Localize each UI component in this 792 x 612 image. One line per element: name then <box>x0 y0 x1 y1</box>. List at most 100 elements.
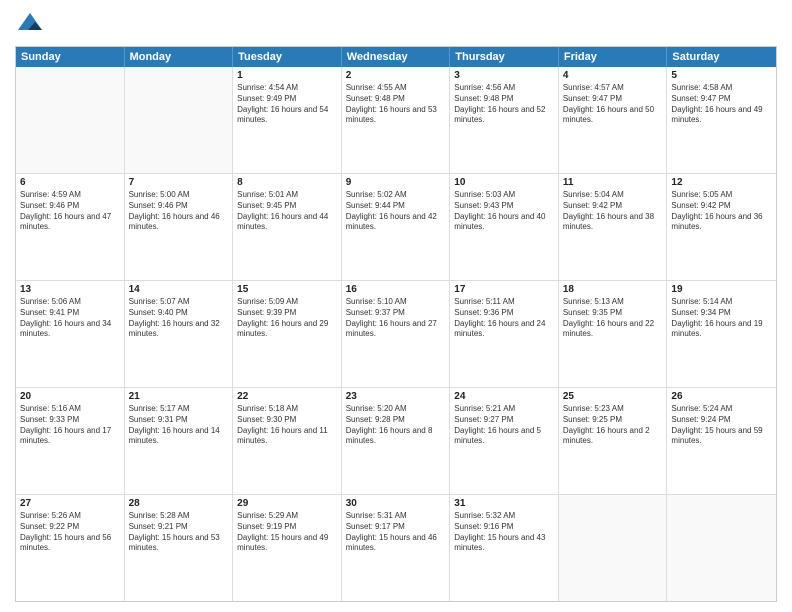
calendar-cell: 7 Sunrise: 5:00 AM Sunset: 9:46 PM Daylig… <box>125 174 234 280</box>
weekday-header: Saturday <box>667 47 776 67</box>
calendar-cell: 18 Sunrise: 5:13 AM Sunset: 9:35 PM Dayli… <box>559 281 668 387</box>
calendar-row: 13 Sunrise: 5:06 AM Sunset: 9:41 PM Dayli… <box>16 281 776 388</box>
cell-info: Sunrise: 5:06 AM Sunset: 9:41 PM Dayligh… <box>20 297 120 340</box>
weekday-header: Tuesday <box>233 47 342 67</box>
cell-info: Sunrise: 5:28 AM Sunset: 9:21 PM Dayligh… <box>129 511 229 554</box>
header <box>15 10 777 40</box>
weekday-header: Sunday <box>16 47 125 67</box>
day-number: 17 <box>454 284 554 295</box>
calendar-cell: 11 Sunrise: 5:04 AM Sunset: 9:42 PM Dayli… <box>559 174 668 280</box>
cell-info: Sunrise: 5:01 AM Sunset: 9:45 PM Dayligh… <box>237 190 337 233</box>
calendar-cell: 23Sunrise: 5:20 AM Sunset: 9:28 PM Dayli… <box>342 388 451 494</box>
cell-info: Sunrise: 5:24 AM Sunset: 9:24 PM Dayligh… <box>671 404 772 447</box>
cell-info: Sunrise: 5:20 AM Sunset: 9:28 PM Dayligh… <box>346 404 446 447</box>
day-number: 16 <box>346 284 446 295</box>
cell-info: Sunrise: 5:13 AM Sunset: 9:35 PM Dayligh… <box>563 297 663 340</box>
cell-info: Sunrise: 5:21 AM Sunset: 9:27 PM Dayligh… <box>454 404 554 447</box>
calendar-cell: 3 Sunrise: 4:56 AM Sunset: 9:48 PM Daylig… <box>450 67 559 173</box>
calendar-row: 27Sunrise: 5:26 AM Sunset: 9:22 PM Dayli… <box>16 495 776 601</box>
cell-info: Sunrise: 5:18 AM Sunset: 9:30 PM Dayligh… <box>237 404 337 447</box>
calendar-cell: 16 Sunrise: 5:10 AM Sunset: 9:37 PM Dayli… <box>342 281 451 387</box>
calendar-cell: 2Sunrise: 4:55 AM Sunset: 9:48 PM Daylig… <box>342 67 451 173</box>
calendar-cell: 24 Sunrise: 5:21 AM Sunset: 9:27 PM Dayli… <box>450 388 559 494</box>
calendar-cell: 9 Sunrise: 5:02 AM Sunset: 9:44 PM Daylig… <box>342 174 451 280</box>
day-number: 6 <box>20 177 120 188</box>
weekday-header: Thursday <box>450 47 559 67</box>
day-number: 11 <box>563 177 663 188</box>
calendar-cell: 31 Sunrise: 5:32 AM Sunset: 9:16 PM Dayli… <box>450 495 559 601</box>
calendar-cell: 20 Sunrise: 5:16 AM Sunset: 9:33 PM Dayli… <box>16 388 125 494</box>
calendar-row: 1Sunrise: 4:54 AM Sunset: 9:49 PM Daylig… <box>16 67 776 174</box>
cell-info: Sunrise: 5:05 AM Sunset: 9:42 PM Dayligh… <box>671 190 772 233</box>
cell-info: Sunrise: 4:54 AM Sunset: 9:49 PM Dayligh… <box>237 83 337 126</box>
day-number: 9 <box>346 177 446 188</box>
cell-info: Sunrise: 5:31 AM Sunset: 9:17 PM Dayligh… <box>346 511 446 554</box>
calendar-cell <box>125 67 234 173</box>
day-number: 18 <box>563 284 663 295</box>
calendar-cell: 25 Sunrise: 5:23 AM Sunset: 9:25 PM Dayli… <box>559 388 668 494</box>
day-number: 12 <box>671 177 772 188</box>
calendar: SundayMondayTuesdayWednesdayThursdayFrid… <box>15 46 777 602</box>
day-number: 7 <box>129 177 229 188</box>
cell-info: Sunrise: 4:56 AM Sunset: 9:48 PM Dayligh… <box>454 83 554 126</box>
day-number: 25 <box>563 391 663 402</box>
weekday-header: Friday <box>559 47 668 67</box>
day-number: 31 <box>454 498 554 509</box>
calendar-cell: 29Sunrise: 5:29 AM Sunset: 9:19 PM Dayli… <box>233 495 342 601</box>
day-number: 30 <box>346 498 446 509</box>
day-number: 5 <box>671 70 772 81</box>
calendar-cell: 26 Sunrise: 5:24 AM Sunset: 9:24 PM Dayli… <box>667 388 776 494</box>
weekday-header: Monday <box>125 47 234 67</box>
cell-info: Sunrise: 4:59 AM Sunset: 9:46 PM Dayligh… <box>20 190 120 233</box>
cell-info: Sunrise: 5:17 AM Sunset: 9:31 PM Dayligh… <box>129 404 229 447</box>
day-number: 2 <box>346 70 446 81</box>
day-number: 14 <box>129 284 229 295</box>
day-number: 26 <box>671 391 772 402</box>
calendar-cell: 30 Sunrise: 5:31 AM Sunset: 9:17 PM Dayli… <box>342 495 451 601</box>
day-number: 29 <box>237 498 337 509</box>
cell-info: Sunrise: 4:58 AM Sunset: 9:47 PM Dayligh… <box>671 83 772 126</box>
cell-info: Sunrise: 5:00 AM Sunset: 9:46 PM Dayligh… <box>129 190 229 233</box>
calendar-cell <box>667 495 776 601</box>
day-number: 4 <box>563 70 663 81</box>
cell-info: Sunrise: 5:23 AM Sunset: 9:25 PM Dayligh… <box>563 404 663 447</box>
calendar-cell: 10Sunrise: 5:03 AM Sunset: 9:43 PM Dayli… <box>450 174 559 280</box>
cell-info: Sunrise: 5:04 AM Sunset: 9:42 PM Dayligh… <box>563 190 663 233</box>
day-number: 21 <box>129 391 229 402</box>
calendar-cell: 27Sunrise: 5:26 AM Sunset: 9:22 PM Dayli… <box>16 495 125 601</box>
cell-info: Sunrise: 5:16 AM Sunset: 9:33 PM Dayligh… <box>20 404 120 447</box>
day-number: 20 <box>20 391 120 402</box>
calendar-cell: 1Sunrise: 4:54 AM Sunset: 9:49 PM Daylig… <box>233 67 342 173</box>
cell-info: Sunrise: 5:02 AM Sunset: 9:44 PM Dayligh… <box>346 190 446 233</box>
cell-info: Sunrise: 5:09 AM Sunset: 9:39 PM Dayligh… <box>237 297 337 340</box>
cell-info: Sunrise: 5:32 AM Sunset: 9:16 PM Dayligh… <box>454 511 554 554</box>
logo-icon <box>15 10 45 40</box>
calendar-cell <box>16 67 125 173</box>
cell-info: Sunrise: 5:11 AM Sunset: 9:36 PM Dayligh… <box>454 297 554 340</box>
day-number: 19 <box>671 284 772 295</box>
calendar-cell: 17 Sunrise: 5:11 AM Sunset: 9:36 PM Dayli… <box>450 281 559 387</box>
cell-info: Sunrise: 4:57 AM Sunset: 9:47 PM Dayligh… <box>563 83 663 126</box>
calendar-cell: 21 Sunrise: 5:17 AM Sunset: 9:31 PM Dayli… <box>125 388 234 494</box>
calendar-row: 6 Sunrise: 4:59 AM Sunset: 9:46 PM Daylig… <box>16 174 776 281</box>
cell-info: Sunrise: 5:14 AM Sunset: 9:34 PM Dayligh… <box>671 297 772 340</box>
calendar-cell: 22 Sunrise: 5:18 AM Sunset: 9:30 PM Dayli… <box>233 388 342 494</box>
day-number: 13 <box>20 284 120 295</box>
calendar-cell: 14 Sunrise: 5:07 AM Sunset: 9:40 PM Dayli… <box>125 281 234 387</box>
day-number: 24 <box>454 391 554 402</box>
day-number: 15 <box>237 284 337 295</box>
day-number: 27 <box>20 498 120 509</box>
weekday-header: Wednesday <box>342 47 451 67</box>
calendar-cell: 5 Sunrise: 4:58 AM Sunset: 9:47 PM Daylig… <box>667 67 776 173</box>
cell-info: Sunrise: 5:07 AM Sunset: 9:40 PM Dayligh… <box>129 297 229 340</box>
day-number: 10 <box>454 177 554 188</box>
calendar-cell <box>559 495 668 601</box>
calendar-cell: 15 Sunrise: 5:09 AM Sunset: 9:39 PM Dayli… <box>233 281 342 387</box>
day-number: 3 <box>454 70 554 81</box>
calendar-cell: 8Sunrise: 5:01 AM Sunset: 9:45 PM Daylig… <box>233 174 342 280</box>
calendar-cell: 4 Sunrise: 4:57 AM Sunset: 9:47 PM Daylig… <box>559 67 668 173</box>
calendar-cell: 12 Sunrise: 5:05 AM Sunset: 9:42 PM Dayli… <box>667 174 776 280</box>
day-number: 22 <box>237 391 337 402</box>
cell-info: Sunrise: 5:10 AM Sunset: 9:37 PM Dayligh… <box>346 297 446 340</box>
day-number: 28 <box>129 498 229 509</box>
